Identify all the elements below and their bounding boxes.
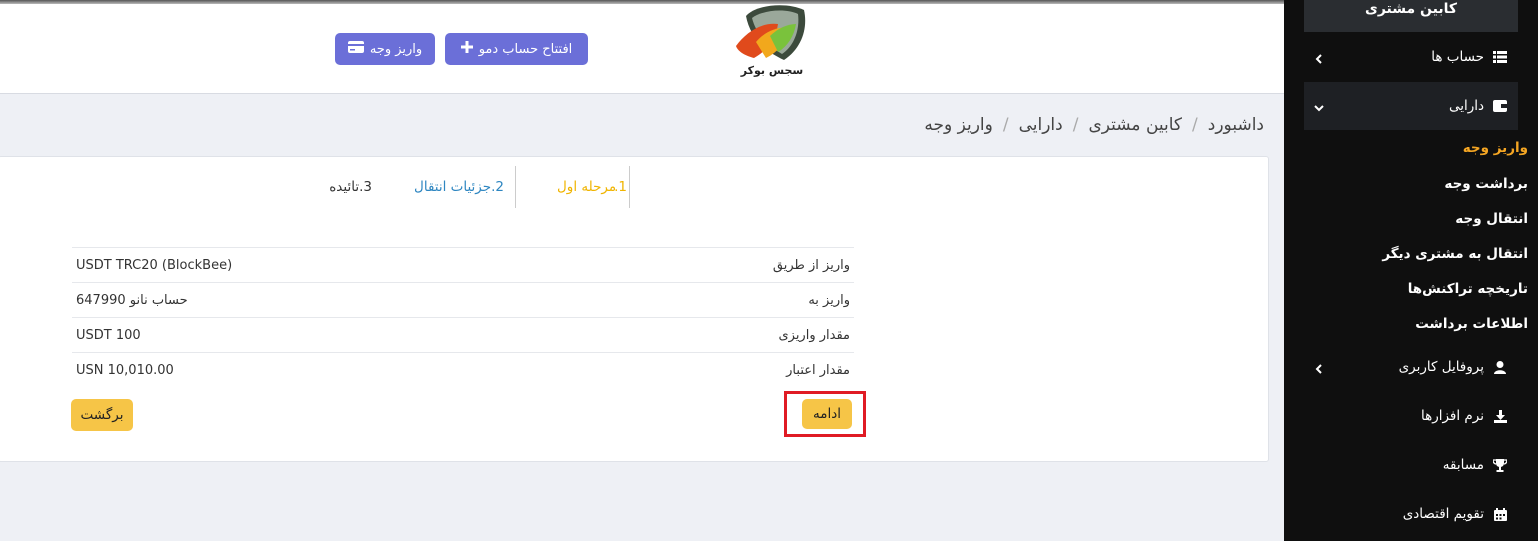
sidebar-item-label: تقویم اقتصادی <box>1402 506 1484 522</box>
sidebar-item-assets[interactable]: دارایی <box>1304 82 1518 130</box>
step-divider <box>515 166 516 208</box>
trophy-icon <box>1492 457 1508 473</box>
back-button[interactable]: برگشت <box>71 399 133 431</box>
sidebar-item-contest[interactable]: مسابقه <box>1304 441 1518 489</box>
sidebar-subitem-withdraw[interactable]: برداشت وجه <box>1444 176 1528 192</box>
step-2: 2. جزئیات انتقال <box>404 166 504 208</box>
step-divider <box>629 166 630 208</box>
deposit-button-label: واریز وجه <box>369 41 423 57</box>
chevron-down-icon <box>1314 101 1324 112</box>
sidebar-title: کابین مشتری <box>1304 0 1518 32</box>
detail-label: واریز از طریق <box>772 257 850 273</box>
detail-value: USN 10,010.00 <box>76 362 174 378</box>
table-row: واریز به حساب نانو 647990 <box>72 282 854 317</box>
breadcrumb-deposit: واریز وجه <box>924 115 993 135</box>
open-demo-account-button[interactable]: افتتاح حساب دمو <box>445 33 588 65</box>
sidebar-item-label: پروفایل کاربری <box>1398 359 1484 375</box>
download-icon <box>1492 408 1508 424</box>
detail-label: واریز به <box>808 292 850 308</box>
breadcrumb-dashboard[interactable]: داشبورد <box>1208 115 1264 135</box>
calendar-icon <box>1492 506 1508 522</box>
step-3-label: تائیده <box>329 179 360 195</box>
sidebar-item-software[interactable]: نرم افزارها <box>1304 392 1518 440</box>
top-border <box>0 0 1284 4</box>
continue-button[interactable]: ادامه <box>802 399 852 429</box>
breadcrumb-separator: / <box>1002 115 1009 135</box>
sidebar-item-label: مسابقه <box>1442 457 1484 473</box>
logo-text: سجس بوکر <box>740 64 804 77</box>
credit-card-icon <box>347 41 364 57</box>
detail-value: USDT 100 <box>76 327 141 343</box>
sidebar-subitem-transaction-history[interactable]: تاریخچه تراکنش‌ها <box>1408 281 1528 297</box>
step-2-label: جزئیات انتقال <box>414 179 492 195</box>
step-1: 1. مرحله اول <box>537 166 627 208</box>
list-icon <box>1492 49 1508 65</box>
sidebar-subitem-transfer[interactable]: انتقال وجه <box>1455 211 1528 227</box>
table-row: مقدار واریزی USDT 100 <box>72 317 854 352</box>
sidebar-item-economic-calendar[interactable]: تقویم اقتصادی <box>1304 490 1518 538</box>
user-icon <box>1492 359 1508 375</box>
sidebar-item-profile[interactable]: پروفایل کاربری <box>1304 343 1518 391</box>
step-3: 3. تائیده <box>312 166 372 208</box>
chevron-left-icon <box>1314 362 1324 374</box>
sidebar: کابین مشتری حساب ها دارایی واریز وجه برد… <box>1284 0 1538 541</box>
detail-value: USDT TRC20 (BlockBee) <box>76 257 233 273</box>
top-header: واریز وجه افتتاح حساب دمو سجس بوکر <box>0 0 1284 94</box>
sidebar-subitem-withdraw-info[interactable]: اطلاعات برداشت <box>1415 316 1528 332</box>
breadcrumb-assets[interactable]: دارایی <box>1019 115 1063 135</box>
deposit-button[interactable]: واریز وجه <box>335 33 435 65</box>
step-2-number: 2. <box>491 179 504 195</box>
detail-label: مقدار واریزی <box>778 327 850 343</box>
step-1-label: مرحله اول <box>557 179 617 195</box>
sidebar-item-label: حساب ها <box>1431 49 1484 65</box>
sidebar-subitem-deposit[interactable]: واریز وجه <box>1463 140 1528 156</box>
table-row: مقدار اعتبار USN 10,010.00 <box>72 352 854 387</box>
wallet-icon <box>1492 98 1508 114</box>
sidebar-item-label: دارایی <box>1448 98 1484 114</box>
sidebar-item-label: نرم افزارها <box>1420 408 1484 424</box>
deposit-details-table: واریز از طریق USDT TRC20 (BlockBee) واری… <box>72 247 854 387</box>
chevron-left-icon <box>1314 52 1324 64</box>
breadcrumb-separator: / <box>1192 115 1198 135</box>
sidebar-subitem-transfer-to-client[interactable]: انتقال به مشتری دیگر <box>1382 246 1528 262</box>
detail-label: مقدار اعتبار <box>786 362 850 378</box>
breadcrumb-separator: / <box>1072 115 1079 135</box>
plus-icon <box>460 41 473 57</box>
table-row: واریز از طریق USDT TRC20 (BlockBee) <box>72 247 854 282</box>
detail-value: حساب نانو 647990 <box>76 292 188 308</box>
demo-button-label: افتتاح حساب دمو <box>478 41 573 57</box>
step-3-number: 3. <box>359 179 372 195</box>
breadcrumb-client-cabin[interactable]: کابین مشتری <box>1088 115 1182 135</box>
sidebar-item-accounts[interactable]: حساب ها <box>1304 33 1518 81</box>
breadcrumb: داشبورد / کابین مشتری / دارایی / واریز و… <box>924 115 1264 135</box>
